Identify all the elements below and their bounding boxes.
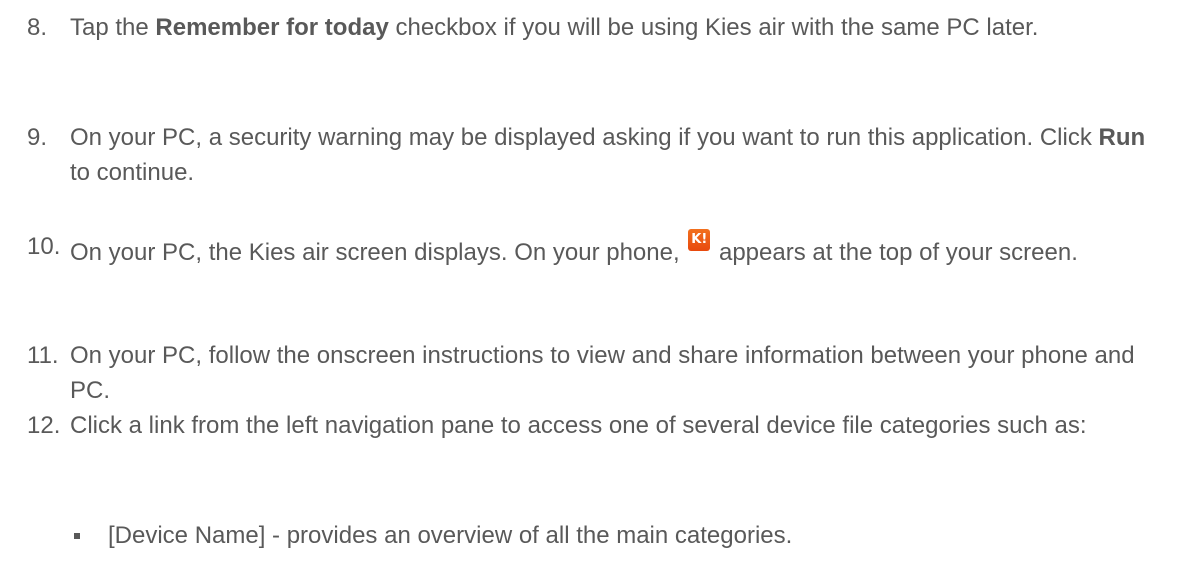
step-10: 10. On your PC, the Kies air screen disp…: [0, 229, 1170, 270]
step-text-before: On your PC, the Kies air screen displays…: [70, 239, 687, 266]
step-text-after: appears at the top of your screen.: [712, 239, 1078, 266]
step-9: 9. On your PC, a security warning may be…: [0, 120, 1170, 190]
step-8: 8. Tap the Remember for today checkbox i…: [0, 10, 1170, 45]
step-text: Tap the Remember for today checkbox if y…: [70, 10, 1170, 45]
step-text: On your PC, follow the onscreen instruct…: [70, 342, 1135, 404]
square-bullet-icon: [74, 533, 80, 539]
step-number: 9.: [27, 124, 48, 151]
bullet-item: [Device Name] - provides an overview of …: [0, 518, 1170, 553]
step-number: 11.: [27, 342, 59, 369]
step-number: 12.: [27, 412, 61, 439]
step-text-after: checkbox if you will be using Kies air w…: [388, 14, 1039, 41]
kies-air-icon-glyph: K!: [691, 232, 708, 247]
bullet-text: [Device Name] - provides an overview of …: [108, 522, 793, 549]
kies-air-app-icon: K!: [688, 229, 711, 251]
run-label: Run: [1098, 124, 1146, 151]
remember-for-today-label: Remember for today: [155, 14, 389, 41]
step-number: 8.: [27, 14, 48, 41]
step-text: On your PC, a security warning may be di…: [70, 120, 1170, 190]
document-page: 8. Tap the Remember for today checkbox i…: [0, 0, 1197, 574]
step-text-before: Tap the: [70, 14, 156, 41]
step-12: 12. Click a link from the left navigatio…: [0, 408, 1170, 443]
step-text-after: to continue.: [70, 159, 195, 186]
step-text-before: On your PC, a security warning may be di…: [70, 124, 1099, 151]
step-text: Click a link from the left navigation pa…: [70, 412, 1087, 439]
step-number: 10.: [27, 233, 61, 260]
step-text: On your PC, the Kies air screen displays…: [70, 229, 1170, 270]
step-11: 11. On your PC, follow the onscreen inst…: [0, 338, 1170, 408]
